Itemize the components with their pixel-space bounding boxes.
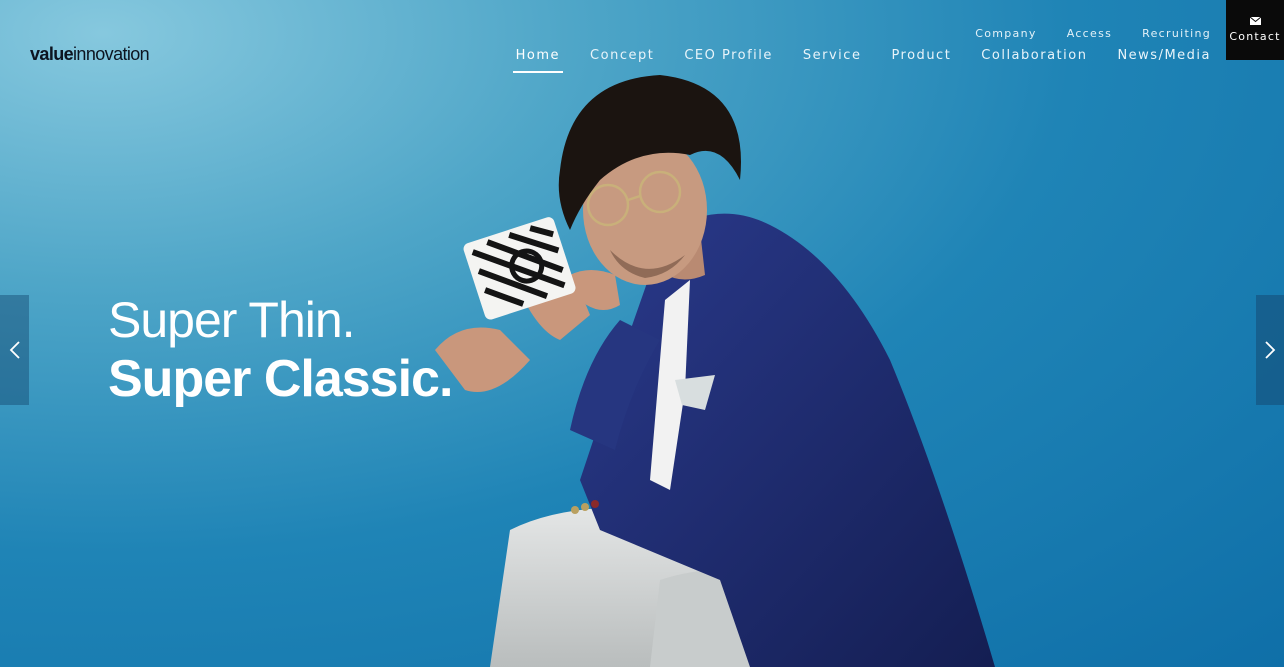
- nav-item-collaboration[interactable]: Collaboration: [981, 48, 1087, 73]
- logo-text-light: innovation: [73, 44, 150, 64]
- subnav-item-recruiting[interactable]: Recruiting: [1142, 27, 1211, 40]
- chevron-right-icon: [1265, 341, 1276, 359]
- secondary-nav: Company Access Recruiting: [975, 27, 1211, 40]
- nav-item-news-media[interactable]: News/Media: [1117, 48, 1211, 73]
- hero-headline-line1: Super Thin.: [108, 292, 356, 348]
- hero-photo: [435, 75, 995, 667]
- nav-item-home[interactable]: Home: [512, 48, 564, 73]
- main-nav: Home Concept CEO Profile Service Product…: [512, 48, 1211, 73]
- slider-next-button[interactable]: [1256, 295, 1284, 405]
- slider-prev-button[interactable]: [0, 295, 29, 405]
- subnav-item-company[interactable]: Company: [975, 27, 1036, 40]
- nav-item-concept[interactable]: Concept: [590, 48, 654, 73]
- nav-item-ceo-profile[interactable]: CEO Profile: [684, 48, 773, 73]
- subnav-item-access[interactable]: Access: [1067, 27, 1112, 40]
- logo-text-bold: value: [30, 44, 74, 64]
- nav-item-product[interactable]: Product: [891, 48, 951, 73]
- contact-label: Contact: [1229, 30, 1281, 43]
- brand-logo[interactable]: valueinnovation: [30, 44, 150, 65]
- contact-button[interactable]: Contact: [1226, 0, 1284, 60]
- chevron-left-icon: [9, 341, 20, 359]
- hero-headline-line2: Super Classic.: [108, 349, 453, 408]
- hero-headline: Super Thin. Super Classic.: [108, 292, 453, 409]
- mail-icon: [1249, 17, 1261, 25]
- nav-item-service[interactable]: Service: [803, 48, 862, 73]
